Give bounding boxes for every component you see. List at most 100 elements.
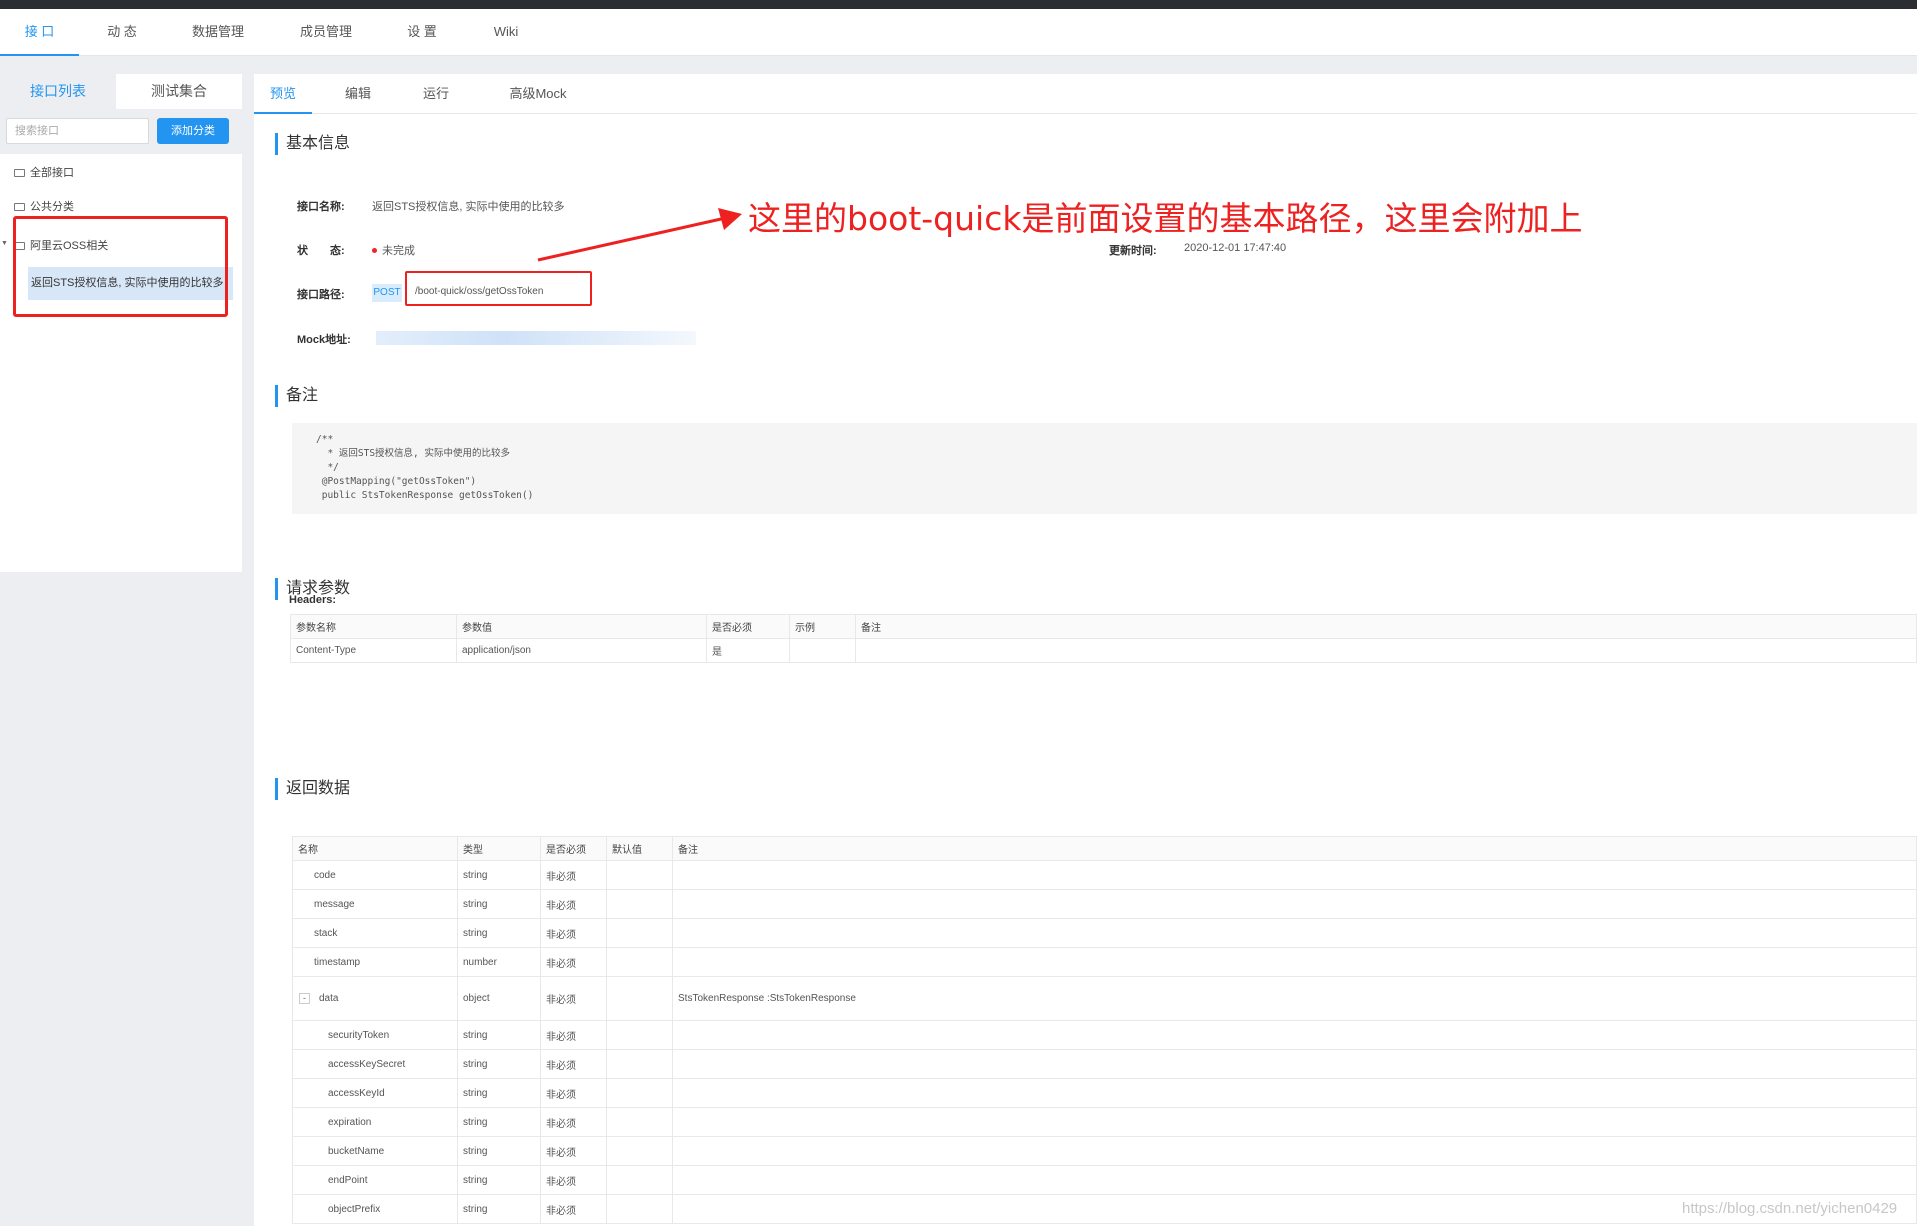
table-cell xyxy=(606,1165,673,1195)
field-name: code xyxy=(314,869,336,881)
table-cell: StsTokenResponse :StsTokenResponse xyxy=(672,976,1917,1021)
table-cell xyxy=(672,889,1917,919)
tab-interface-list[interactable]: 接口列表 xyxy=(0,74,116,109)
field-name-cell: expiration xyxy=(292,1107,458,1137)
table-cell: 非必须 xyxy=(540,947,607,977)
column-header: 是否必须 xyxy=(706,614,790,639)
table-row: accessKeyId string 非必须 xyxy=(292,1078,1917,1108)
caret-down-icon[interactable]: ▼ xyxy=(1,240,8,247)
column-header: 名称 xyxy=(292,836,458,861)
field-name: stack xyxy=(314,927,338,939)
mock-address-label: Mock地址: xyxy=(297,334,351,346)
table-cell: 非必须 xyxy=(540,889,607,919)
status-value: 未完成 xyxy=(372,242,415,258)
table-cell: 非必须 xyxy=(540,1078,607,1108)
annotation-box-path xyxy=(405,271,592,306)
column-header: 参数值 xyxy=(456,614,707,639)
column-header: 类型 xyxy=(457,836,541,861)
field-name-cell: - data xyxy=(292,976,458,1021)
table-cell: string xyxy=(457,1136,541,1166)
table-cell xyxy=(606,947,673,977)
column-header: 备注 xyxy=(672,836,1917,861)
table-row: - data object 非必须 StsTokenResponse :StsToken… xyxy=(292,976,1917,1021)
field-name-cell: objectPrefix xyxy=(292,1194,458,1224)
table-row: timestamp number 非必须 xyxy=(292,947,1917,977)
update-time-label: 更新时间: xyxy=(1109,245,1157,257)
table-cell: 非必须 xyxy=(540,1194,607,1224)
table-cell xyxy=(672,1107,1917,1137)
section-title-basic: 基本信息 xyxy=(275,133,350,155)
tree-item-label: 全部接口 xyxy=(30,167,74,179)
table-cell xyxy=(672,947,1917,977)
table-cell: string xyxy=(457,1165,541,1195)
table-cell xyxy=(672,1078,1917,1108)
status-label: 状 态: xyxy=(297,245,345,257)
interface-name-label: 接口名称: xyxy=(297,201,345,213)
field-name: timestamp xyxy=(314,956,361,968)
sidebar-toolbar: 搜索接口 添加分类 xyxy=(0,109,242,154)
table-cell: number xyxy=(457,947,541,977)
tab-edit[interactable]: 编辑 xyxy=(332,74,384,114)
section-title-note: 备注 xyxy=(275,385,318,407)
tab-preview[interactable]: 预览 xyxy=(254,74,312,114)
table-row: stack string 非必须 xyxy=(292,918,1917,948)
field-name: endPoint xyxy=(328,1174,368,1186)
table-cell xyxy=(606,976,673,1021)
table-row: accessKeySecret string 非必须 xyxy=(292,1049,1917,1079)
search-input[interactable]: 搜索接口 xyxy=(6,118,149,144)
table-cell: string xyxy=(457,860,541,890)
table-cell: string xyxy=(457,1078,541,1108)
field-name-cell: bucketName xyxy=(292,1136,458,1166)
nav-tab-member-management[interactable]: 成员管理 xyxy=(290,9,362,56)
table-cell: string xyxy=(457,889,541,919)
field-name: message xyxy=(314,898,355,910)
tab-test-collection[interactable]: 测试集合 xyxy=(116,74,242,109)
table-cell xyxy=(606,918,673,948)
table-cell: 非必须 xyxy=(540,1165,607,1195)
field-name: accessKeyId xyxy=(328,1087,385,1099)
interface-path-label: 接口路径: xyxy=(297,289,345,301)
tree-item-public[interactable]: 公共分类 xyxy=(14,198,74,216)
mock-address-value[interactable] xyxy=(376,331,696,345)
nav-tab-activity[interactable]: 动 态 xyxy=(88,9,156,56)
annotation-arrow xyxy=(537,208,742,262)
field-name-cell: timestamp xyxy=(292,947,458,977)
field-name-cell: endPoint xyxy=(292,1165,458,1195)
table-cell: string xyxy=(457,918,541,948)
window-top-strip xyxy=(0,0,1917,9)
table-cell: string xyxy=(457,1020,541,1050)
table-cell xyxy=(855,638,1917,663)
table-cell xyxy=(606,1020,673,1050)
status-dot-icon xyxy=(372,248,377,253)
column-header: 默认值 xyxy=(606,836,673,861)
section-title-response: 返回数据 xyxy=(275,778,350,800)
field-name-cell: code xyxy=(292,860,458,890)
add-category-button[interactable]: 添加分类 xyxy=(157,118,229,144)
table-cell xyxy=(606,889,673,919)
tab-run[interactable]: 运行 xyxy=(410,74,462,114)
tab-advanced-mock[interactable]: 高级Mock xyxy=(502,74,574,114)
field-name: expiration xyxy=(328,1116,372,1128)
table-row: objectPrefix string 非必须 xyxy=(292,1194,1917,1224)
nav-tab-interface[interactable]: 接 口 xyxy=(0,9,79,56)
nav-tab-wiki[interactable]: Wiki xyxy=(480,9,532,56)
folder-icon xyxy=(14,203,25,211)
table-row: expiration string 非必须 xyxy=(292,1107,1917,1137)
table-row: Content-Type application/json 是 xyxy=(290,638,1917,663)
tree-item-label: 公共分类 xyxy=(30,201,74,213)
sidebar-tabs: 接口列表 测试集合 xyxy=(0,74,242,109)
tree-item-all[interactable]: 全部接口 xyxy=(14,164,74,182)
table-cell: 是 xyxy=(706,638,790,663)
headers-label: Headers: xyxy=(289,594,337,606)
nav-tab-settings[interactable]: 设 置 xyxy=(390,9,454,56)
collapse-toggle-icon[interactable]: - xyxy=(299,993,310,1004)
table-cell: 非必须 xyxy=(540,860,607,890)
sidebar: 接口列表 测试集合 搜索接口 添加分类 全部接口 公共分类 ▼ 阿里云OSS相关 xyxy=(0,74,242,572)
field-name-cell: accessKeyId xyxy=(292,1078,458,1108)
table-row: message string 非必须 xyxy=(292,889,1917,919)
nav-tab-data-management[interactable]: 数据管理 xyxy=(182,9,254,56)
table-row: securityToken string 非必须 xyxy=(292,1020,1917,1050)
field-name: data xyxy=(319,993,339,1004)
table-cell: 非必须 xyxy=(540,1049,607,1079)
table-cell xyxy=(606,1107,673,1137)
